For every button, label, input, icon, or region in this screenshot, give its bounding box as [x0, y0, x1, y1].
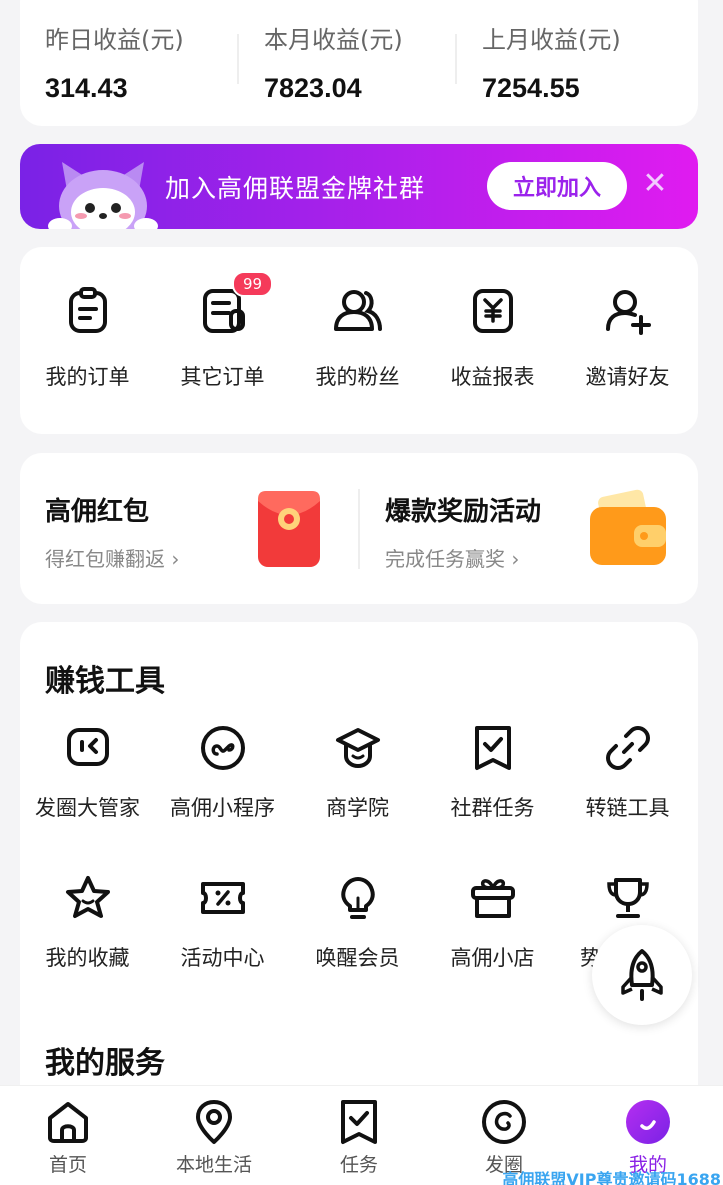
business-school-button[interactable]: 商学院 [290, 724, 425, 822]
invite-icon [605, 290, 651, 335]
tool-label: 发圈大管家 [35, 796, 140, 820]
join-community-banner[interactable]: 加入高佣联盟金牌社群 立即加入 ✕ [20, 144, 698, 229]
earnings-value: 7823.04 [264, 73, 362, 103]
shortcut-label: 邀请好友 [585, 365, 670, 389]
join-now-button[interactable]: 立即加入 [487, 162, 627, 210]
promo-title: 高佣红包 [45, 497, 150, 527]
banner-text: 加入高佣联盟金牌社群 [165, 174, 426, 203]
shortcut-label: 我的订单 [45, 365, 130, 389]
lightbulb-icon [340, 877, 375, 919]
coupon-icon [200, 882, 245, 914]
shortcut-label: 收益报表 [450, 365, 535, 389]
close-icon[interactable]: ✕ [640, 166, 670, 201]
divider [237, 34, 239, 84]
rocket-float-button[interactable] [592, 925, 692, 1025]
nav-local-life[interactable]: 本地生活 [149, 1098, 279, 1177]
profile-icon [626, 1100, 670, 1144]
nav-home[interactable]: 首页 [3, 1098, 133, 1177]
section-title: 赚钱工具 [45, 664, 165, 699]
my-favorites-button[interactable]: 我的收藏 [20, 874, 155, 972]
last-month-earnings[interactable]: 上月收益(元) 7254.55 [482, 20, 692, 104]
moments-icon [482, 1100, 526, 1144]
divider [358, 489, 360, 569]
promo-subtitle: 得红包赚翻返 › [45, 547, 180, 571]
mini-shop-button[interactable]: 高佣小店 [425, 874, 560, 972]
services-title: 我的服务 [45, 1046, 165, 1081]
task-icon [341, 1100, 377, 1144]
promo-title: 爆款奖励活动 [385, 497, 542, 527]
location-pin-icon [196, 1100, 232, 1144]
moments-manager-button[interactable]: 发圈大管家 [20, 724, 155, 822]
trophy-icon [606, 878, 649, 918]
tool-label: 唤醒会员 [315, 946, 400, 970]
tool-label: 高佣小店 [450, 946, 535, 970]
chat-box-icon [66, 728, 109, 766]
money-tools-section: 赚钱工具 发圈大管家 高佣小程序 商学院 社群任务 转链工具 我的收藏 活动中心… [20, 622, 698, 1142]
fans-icon [333, 290, 382, 331]
nav-label: 本地生活 [175, 1154, 252, 1176]
yesterday-earnings[interactable]: 昨日收益(元) 314.43 [45, 20, 255, 104]
mini-program-button[interactable]: 高佣小程序 [155, 724, 290, 822]
red-packet-icon [258, 491, 320, 567]
activity-center-button[interactable]: 活动中心 [155, 874, 290, 972]
task-check-icon [474, 726, 511, 770]
nav-label: 首页 [48, 1154, 87, 1176]
promo-card: 高佣红包 得红包赚翻返 › 爆款奖励活动 完成任务赢奖 › [20, 453, 698, 604]
nav-label: 任务 [339, 1154, 378, 1176]
invite-friends-button[interactable]: 邀请好友 [560, 285, 695, 391]
wake-member-button[interactable]: 唤醒会员 [290, 874, 425, 972]
report-icon [472, 289, 513, 333]
earnings-label: 本月收益(元) [264, 26, 403, 54]
earnings-report-button[interactable]: 收益报表 [425, 285, 560, 391]
earnings-label: 昨日收益(元) [45, 26, 184, 54]
promo-subtitle: 完成任务赢奖 › [385, 547, 520, 571]
link-icon [605, 726, 650, 770]
tool-label: 我的收藏 [45, 946, 130, 970]
earnings-card: 昨日收益(元) 314.43 本月收益(元) 7823.04 上月收益(元) 7… [20, 0, 698, 126]
graduation-cap-icon [335, 728, 380, 769]
month-earnings[interactable]: 本月收益(元) 7823.04 [264, 20, 474, 104]
tool-label: 社群任务 [450, 796, 535, 820]
earnings-value: 314.43 [45, 73, 128, 103]
star-icon [65, 876, 110, 918]
shortcut-label: 我的粉丝 [315, 365, 400, 389]
earnings-value: 7254.55 [482, 73, 580, 103]
divider [455, 34, 457, 84]
tool-label: 转链工具 [585, 796, 670, 820]
community-task-button[interactable]: 社群任务 [425, 724, 560, 822]
rocket-icon [621, 949, 663, 1001]
tool-label: 活动中心 [180, 946, 265, 970]
other-orders-button[interactable]: 99 其它订单 [155, 271, 290, 391]
shortcut-label: 其它订单 [180, 365, 265, 389]
order-shortcuts: 我的订单 99 其它订单 我的粉丝 收益报表 邀请好友 [20, 247, 698, 434]
my-orders-button[interactable]: 我的订单 [20, 285, 155, 391]
tool-label: 高佣小程序 [170, 796, 275, 820]
nav-tasks[interactable]: 任务 [294, 1098, 424, 1177]
wallet-icon [590, 489, 666, 565]
order-icon [68, 287, 107, 333]
home-icon [48, 1102, 88, 1143]
earnings-label: 上月收益(元) [482, 26, 621, 54]
watermark: 高佣联盟VIP尊贵邀请码1688 [502, 1170, 721, 1185]
my-fans-button[interactable]: 我的粉丝 [290, 285, 425, 391]
mascot-icon [48, 162, 158, 229]
count-badge: 99 [232, 271, 274, 297]
gift-box-icon [470, 879, 515, 918]
tool-label: 商学院 [326, 796, 389, 820]
link-convert-button[interactable]: 转链工具 [560, 724, 695, 822]
mini-program-icon [200, 726, 245, 770]
